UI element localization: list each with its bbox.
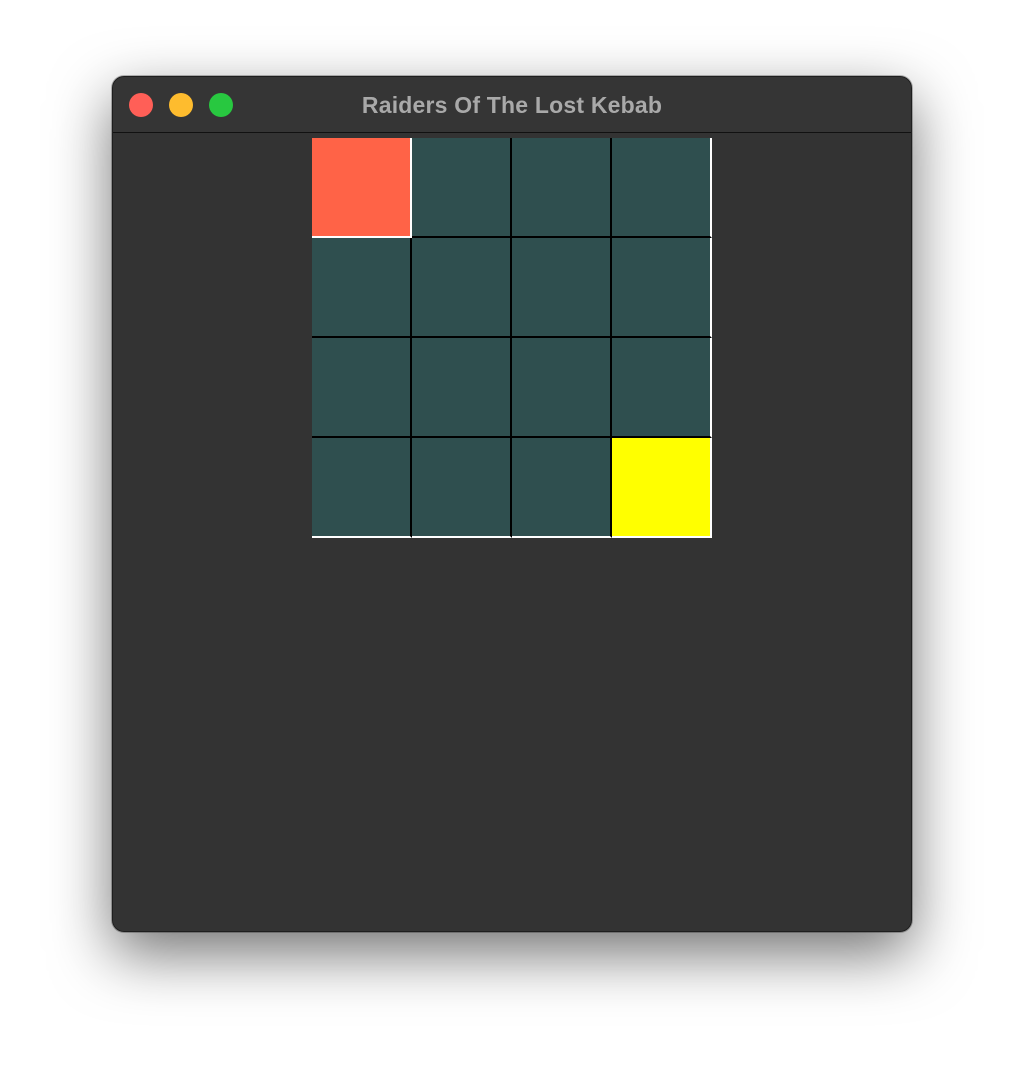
empty-tile[interactable] [512,238,612,338]
empty-tile[interactable] [312,338,412,438]
empty-tile[interactable] [612,238,712,338]
empty-tile[interactable] [312,438,412,538]
empty-tile[interactable] [512,438,612,538]
player-tile[interactable] [312,138,412,238]
empty-tile[interactable] [612,338,712,438]
title-bar[interactable]: Raiders Of The Lost Kebab [113,77,911,133]
game-board[interactable] [312,138,712,538]
empty-tile[interactable] [412,238,512,338]
empty-tile[interactable] [412,338,512,438]
empty-tile[interactable] [412,138,512,238]
empty-tile[interactable] [312,238,412,338]
empty-tile[interactable] [412,438,512,538]
empty-tile[interactable] [612,138,712,238]
game-area [113,133,911,931]
game-window: Raiders Of The Lost Kebab [112,76,912,932]
empty-tile[interactable] [512,338,612,438]
goal-tile[interactable] [612,438,712,538]
window-title: Raiders Of The Lost Kebab [361,92,663,118]
empty-tile[interactable] [512,138,612,238]
